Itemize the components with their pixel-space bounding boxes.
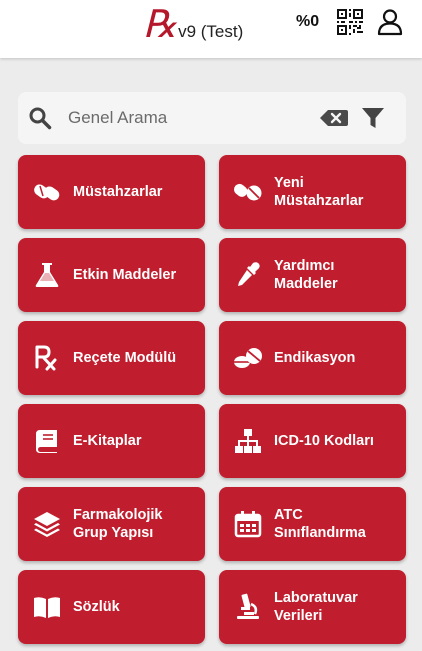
menu-tile-recete-modulu[interactable]: Reçete Modülü [18,321,205,395]
search-input[interactable] [68,104,308,132]
menu-tile-label: Müstahzarlar [73,184,163,200]
pills-new-icon [234,183,262,201]
filter-icon[interactable] [361,106,385,130]
menu-tile-label: ICD-10 Kodları [274,433,374,449]
user-icon[interactable] [376,8,404,36]
menu-tile-mustahzarlar[interactable]: Müstahzarlar [18,155,205,229]
prescription-icon [35,345,57,371]
menu-tile-sozluk[interactable]: Sözlük [18,570,205,644]
search-icon[interactable] [28,106,52,130]
eyedropper-icon [238,262,260,286]
book-icon [36,430,57,453]
menu-tile-icd10-kodlari[interactable]: ICD-10 Kodları [219,404,406,478]
menu-tile-label: Laboratuvar Verileri [274,590,358,624]
menu-tile-label: Endikasyon [274,350,356,366]
calendar-icon [234,511,262,538]
menu-tile-laboratuvar-verileri[interactable]: Laboratuvar Verileri [219,570,406,644]
menu-tile-label: E-Kitaplar [73,433,142,449]
menu-tile-farmakolojik-grup[interactable]: Farmakolojik Grup Yapısı [18,487,205,561]
menu-tile-label: Farmakolojik Grup Yapısı [73,507,163,541]
qr-code-icon[interactable] [336,8,364,36]
menu-tile-label: ATC Sınıflandırma [274,507,366,541]
menu-tile-etkin-maddeler[interactable]: Etkin Maddeler [18,238,205,312]
menu-tile-yardimci-maddeler[interactable]: Yardımcı Maddeler [219,238,406,312]
pills-icon [34,184,60,201]
layers-icon [34,512,60,537]
open-book-icon [34,597,60,618]
menu-tile-label: Etkin Maddeler [73,267,177,283]
menu-tile-e-kitaplar[interactable]: E-Kitaplar [18,404,205,478]
menu-tile-label: Reçete Modülü [73,350,177,366]
rx-logo-icon: ℞ [143,4,178,46]
search-bar [18,92,406,144]
app-version: v9 (Test) [178,22,244,41]
flask-icon [35,263,59,287]
microscope-icon [237,593,259,619]
menu-tile-atc-siniflandirma[interactable]: ATC Sınıflandırma [219,487,406,561]
menu-tile-yeni-mustahzarlar[interactable]: Yeni Müstahzarlar [219,155,406,229]
menu-tile-endikasyon[interactable]: Endikasyon [219,321,406,395]
app-logo: ℞ v9 (Test) [143,4,243,44]
capsules-icon [234,348,262,368]
menu-tile-label: Sözlük [73,599,120,615]
sitemap-icon [235,429,261,453]
menu-tile-label: Yeni Müstahzarlar [274,175,364,209]
backspace-icon[interactable] [319,108,349,128]
menu-tile-label: Yardımcı Maddeler [274,258,338,292]
app-header: ℞ v9 (Test) %0 [0,0,422,58]
percent-indicator: %0 [296,13,320,30]
